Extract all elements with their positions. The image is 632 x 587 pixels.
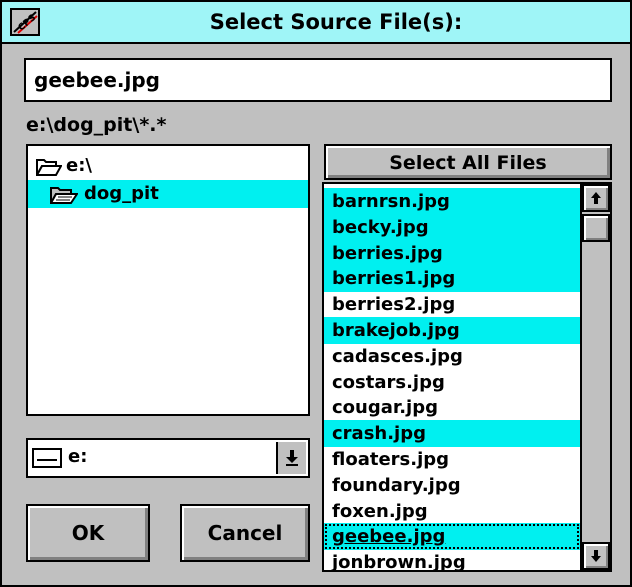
- chevron-down-icon: [286, 450, 298, 466]
- file-list[interactable]: barnrsn.jpg becky.jpg berries.jpg berries1.…: [322, 182, 612, 572]
- drive-dropdown-button[interactable]: [276, 442, 306, 474]
- arrow-up-icon: [591, 192, 601, 204]
- file-list-scrollbar[interactable]: [580, 184, 610, 570]
- filename-input[interactable]: geebee.jpg: [24, 58, 612, 102]
- window-title: Select Source File(s):: [209, 10, 463, 34]
- scroll-up-button[interactable]: [582, 184, 610, 212]
- directory-item-dog-pit[interactable]: dog_pit: [28, 180, 308, 208]
- file-list-item[interactable]: berries1.jpg: [324, 265, 580, 293]
- file-list-item[interactable]: brakejob.jpg: [324, 317, 580, 344]
- cps-logo-icon: CPS: [13, 11, 38, 34]
- cancel-button[interactable]: Cancel: [180, 504, 310, 562]
- select-source-files-dialog: CPS Select Source File(s): geebee.jpg e:…: [0, 0, 632, 587]
- directory-label: e:\: [66, 155, 92, 176]
- directory-label: dog_pit: [84, 183, 159, 204]
- title-bar[interactable]: CPS Select Source File(s):: [2, 2, 630, 44]
- file-list-item[interactable]: jonbrown.jpg: [324, 549, 580, 570]
- open-folder-icon: [50, 187, 78, 204]
- svg-text:CPS: CPS: [17, 13, 38, 33]
- select-all-files-button[interactable]: Select All Files: [324, 144, 612, 180]
- file-list-item[interactable]: becky.jpg: [324, 213, 580, 241]
- current-path-label: e:\dog_pit\*.*: [26, 114, 167, 136]
- file-list-item[interactable]: berries2.jpg: [324, 291, 580, 318]
- drive-select-value: e:: [68, 446, 88, 467]
- directory-list[interactable]: e:\ dog_pit: [26, 144, 310, 416]
- drive-select[interactable]: e:: [26, 438, 310, 478]
- scroll-down-button[interactable]: [582, 542, 610, 570]
- file-list-item[interactable]: geebee.jpg: [324, 523, 580, 551]
- file-list-item[interactable]: foxen.jpg: [324, 498, 580, 525]
- scroll-thumb[interactable]: [582, 214, 610, 242]
- file-list-item[interactable]: berries.jpg: [324, 239, 580, 267]
- drive-icon: [32, 448, 62, 468]
- ok-button[interactable]: OK: [26, 504, 150, 562]
- file-list-item[interactable]: cadasces.jpg: [324, 343, 580, 370]
- directory-item-root[interactable]: e:\: [28, 152, 308, 180]
- file-list-item[interactable]: costars.jpg: [324, 369, 580, 396]
- file-list-item[interactable]: floaters.jpg: [324, 446, 580, 473]
- file-list-item[interactable]: crash.jpg: [324, 420, 580, 448]
- open-folder-icon: [36, 159, 62, 176]
- system-menu-button[interactable]: CPS: [10, 8, 40, 36]
- file-list-item[interactable]: foundary.jpg: [324, 472, 580, 499]
- file-list-item[interactable]: cougar.jpg: [324, 394, 580, 421]
- file-list-item[interactable]: barnrsn.jpg: [324, 188, 580, 215]
- arrow-down-icon: [591, 550, 601, 562]
